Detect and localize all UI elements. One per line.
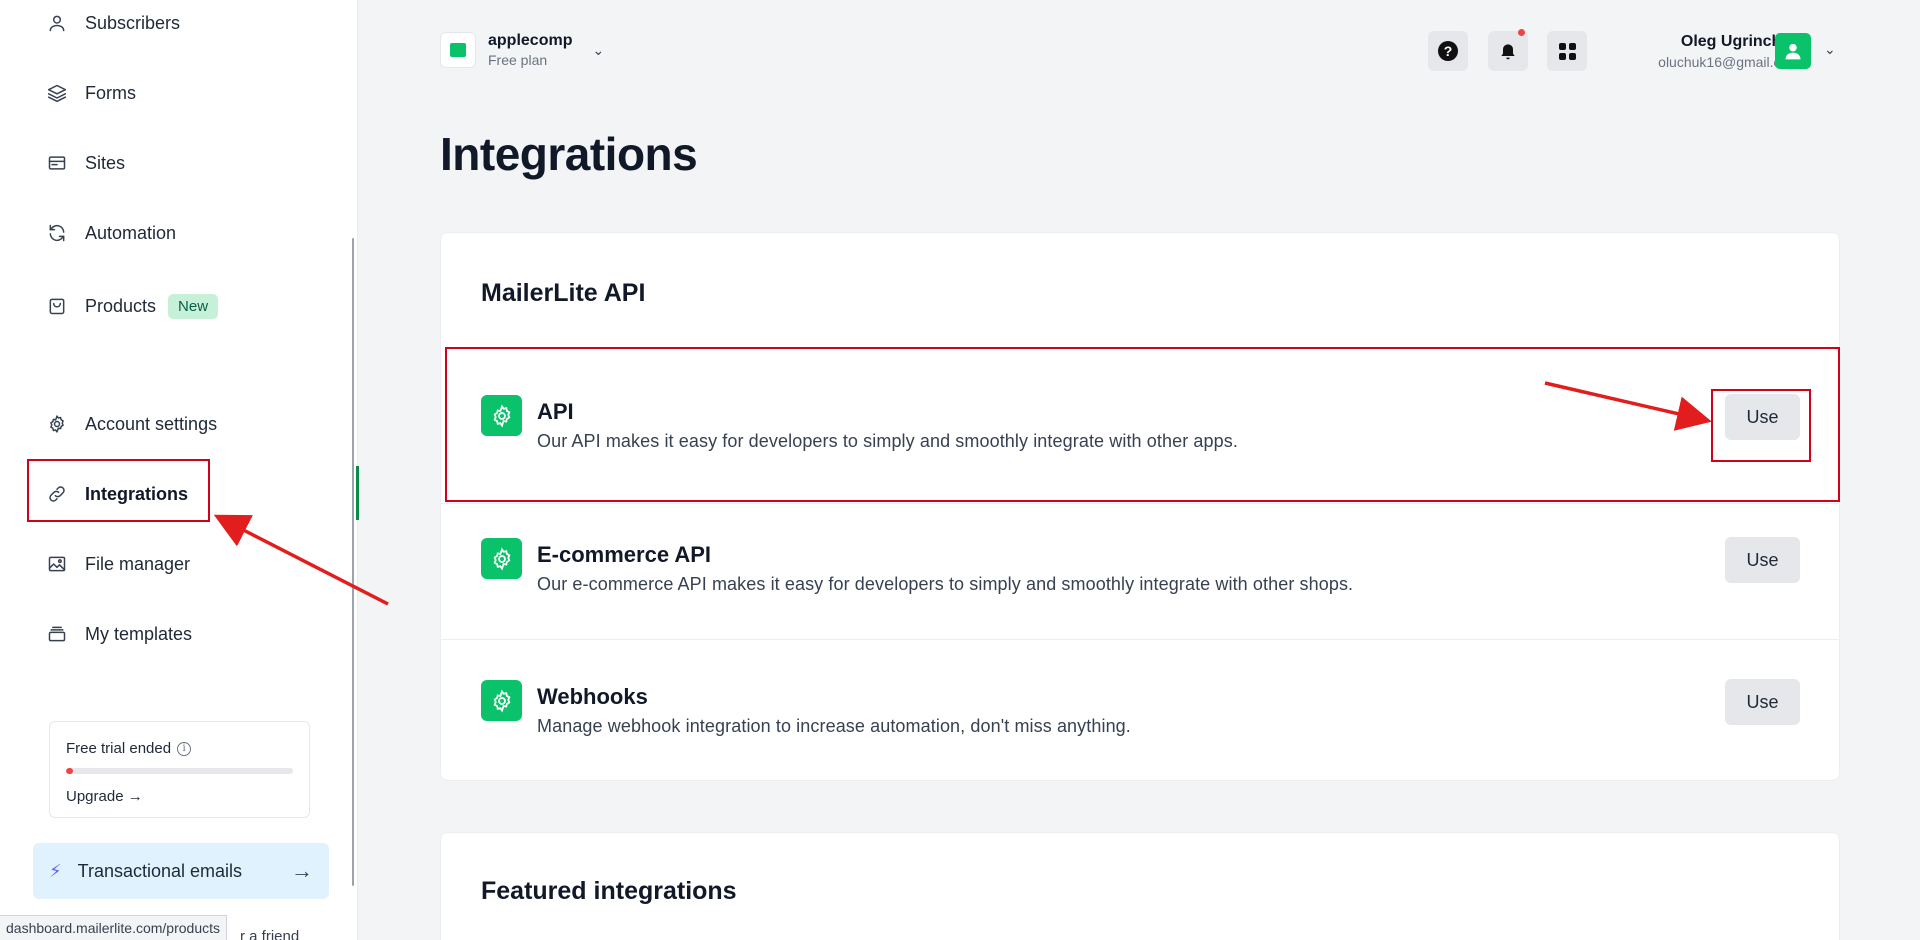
help-button[interactable]: ? <box>1428 31 1468 71</box>
status-bar-url: dashboard.mailerlite.com/products <box>0 915 227 940</box>
sidebar-item-file-manager[interactable]: File manager <box>47 542 190 586</box>
transactional-emails-button[interactable]: ⚡ Transactional emails → <box>33 843 329 899</box>
sidebar-item-products[interactable]: Products New <box>47 284 219 328</box>
sidebar-scrollbar[interactable] <box>352 238 354 886</box>
integration-description: Our e-commerce API makes it easy for dev… <box>537 574 1354 594</box>
apps-grid-icon <box>1558 42 1576 60</box>
workspace-name: applecomp <box>488 32 573 49</box>
trial-title: Free trial ended <box>66 740 172 757</box>
free-trial-card: Free trial ended i Upgrade → <box>49 721 310 818</box>
layers-icon <box>47 84 67 103</box>
user-avatar-icon <box>1785 43 1801 60</box>
integration-description: Our API makes it easy for developers to … <box>537 431 1238 451</box>
use-ecommerce-api-button[interactable]: Use <box>1725 537 1800 583</box>
template-stack-icon <box>48 626 66 642</box>
chevron-down-icon: ⌄ <box>592 41 605 58</box>
gear-icon <box>50 415 64 433</box>
gear-icon <box>481 395 522 436</box>
sidebar-item-sites[interactable]: Sites <box>47 141 125 185</box>
sidebar-item-my-templates[interactable]: My templates <box>47 612 192 656</box>
transactional-emails-label: Transactional emails <box>77 860 243 881</box>
sidebar-item-label: My templates <box>85 623 193 644</box>
integration-title: API <box>537 399 574 424</box>
workspace-switcher[interactable]: applecomp Free plan ⌄ <box>440 32 604 68</box>
link-icon <box>49 486 65 502</box>
active-nav-indicator <box>356 466 359 520</box>
sidebar-item-label: Sites <box>85 152 126 173</box>
workspace-plan: Free plan <box>488 52 548 68</box>
avatar[interactable] <box>1775 33 1811 69</box>
sidebar-item-automation[interactable]: Automation <box>47 211 176 255</box>
refresh-icon <box>49 224 65 242</box>
refer-friend-text[interactable]: r a friend <box>240 928 299 940</box>
sidebar-item-account-settings[interactable]: Account settings <box>47 402 217 446</box>
sidebar-item-label: File manager <box>85 553 191 574</box>
notifications-button[interactable] <box>1488 29 1528 71</box>
sidebar-item-label: Forms <box>85 82 136 103</box>
new-badge: New <box>168 293 219 319</box>
arrow-right-icon: → <box>291 858 313 883</box>
sidebar-item-label: Automation <box>85 222 177 243</box>
user-icon <box>49 15 65 32</box>
sidebar-item-integrations[interactable]: Integrations <box>47 472 188 516</box>
gear-icon <box>481 538 522 579</box>
sidebar-item-label: Account settings <box>85 413 218 434</box>
integration-title: Webhooks <box>537 684 648 709</box>
chevron-down-icon[interactable]: ⌄ <box>1824 41 1836 58</box>
sidebar-item-subscribers[interactable]: Subscribers <box>47 1 180 45</box>
workspace-logo <box>440 32 476 68</box>
lightning-icon: ⚡ <box>49 860 62 881</box>
bell-icon <box>1501 44 1515 60</box>
sidebar-item-label: Integrations <box>85 483 189 504</box>
gear-icon <box>481 680 522 721</box>
use-webhooks-button[interactable]: Use <box>1725 679 1800 725</box>
image-icon <box>48 556 66 572</box>
chat-bubble-icon <box>450 43 466 57</box>
question-icon: ? <box>1438 41 1458 61</box>
info-icon[interactable]: i <box>177 741 192 756</box>
sidebar-item-label: Subscribers <box>85 12 181 33</box>
mailerlite-api-card: MailerLite API API Our API makes it easy… <box>440 232 1840 781</box>
featured-integrations-card: Featured integrations <box>440 832 1840 940</box>
apps-button[interactable] <box>1547 31 1587 71</box>
use-api-button[interactable]: Use <box>1725 394 1800 440</box>
integration-description: Manage webhook integration to increase a… <box>537 716 1131 736</box>
trial-status: Free trial ended i <box>66 740 293 757</box>
sidebar: Subscribers Forms Sites Automation Produ… <box>0 0 359 940</box>
sidebar-item-label: Products <box>85 295 157 316</box>
integration-title: E-commerce API <box>537 542 712 567</box>
section-title: MailerLite API <box>481 279 646 307</box>
page-title: Integrations <box>440 128 698 180</box>
sidebar-item-forms[interactable]: Forms <box>47 71 136 115</box>
shopping-bag-icon <box>49 298 65 315</box>
notification-dot <box>1518 29 1525 36</box>
integration-row-ecommerce-api: E-commerce API Our e-commerce API makes … <box>441 503 1839 645</box>
trial-progress-bar <box>66 768 293 774</box>
integration-row-webhooks: Webhooks Manage webhook integration to i… <box>441 639 1839 781</box>
trial-progress-fill <box>66 768 73 774</box>
upgrade-link[interactable]: Upgrade → <box>66 788 293 805</box>
browser-window-icon <box>48 156 66 170</box>
section-title: Featured integrations <box>481 877 737 905</box>
